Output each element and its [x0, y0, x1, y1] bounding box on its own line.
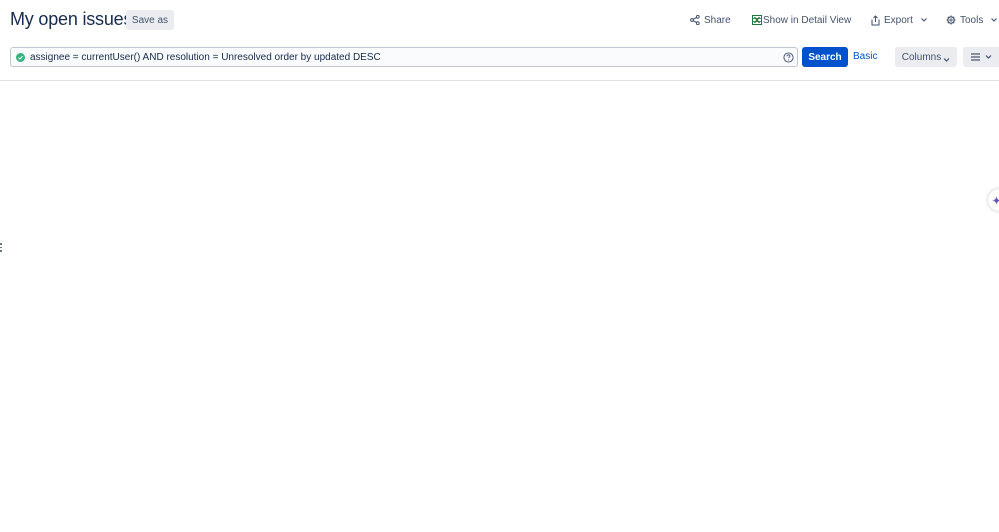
basic-mode-link[interactable]: Basic [853, 51, 877, 62]
show-detail-view-label: Show in Detail View [763, 14, 852, 26]
export-label: Export [884, 14, 913, 26]
tools-dropdown[interactable]: Tools [946, 12, 998, 28]
search-button[interactable]: Search [802, 47, 848, 67]
page-title: My open issues [10, 9, 133, 29]
chevron-down-icon [991, 18, 998, 22]
gear-icon [946, 15, 956, 25]
page-header: My open issues Save as Share Show in Det… [0, 0, 999, 40]
columns-label: Columns [901, 51, 942, 63]
columns-button[interactable]: Columns [895, 47, 957, 67]
tools-label: Tools [960, 14, 984, 26]
excel-sheet-icon [752, 15, 762, 25]
export-dropdown[interactable]: Export [871, 12, 928, 28]
chevron-down-icon [985, 55, 991, 59]
sparkle-icon [992, 195, 999, 205]
question-circle-icon[interactable] [783, 52, 794, 63]
sidebar-resize-handle[interactable] [0, 243, 2, 253]
share-icon [690, 15, 700, 25]
show-detail-view-button[interactable]: Show in Detail View [752, 12, 851, 28]
share-button[interactable]: Share [690, 12, 731, 28]
jql-search-bar [10, 47, 798, 67]
chevron-down-icon [943, 57, 950, 62]
share-label: Share [704, 14, 731, 26]
chevron-down-icon [921, 18, 927, 22]
save-as-button[interactable]: Save as [126, 10, 174, 30]
view-switcher-button[interactable] [963, 47, 999, 67]
ai-assistant-button[interactable] [988, 189, 999, 211]
list-view-icon [970, 53, 980, 61]
export-icon [871, 14, 880, 25]
jql-query-input[interactable] [30, 48, 770, 66]
header-divider [0, 80, 999, 81]
check-circle-icon [16, 52, 25, 62]
